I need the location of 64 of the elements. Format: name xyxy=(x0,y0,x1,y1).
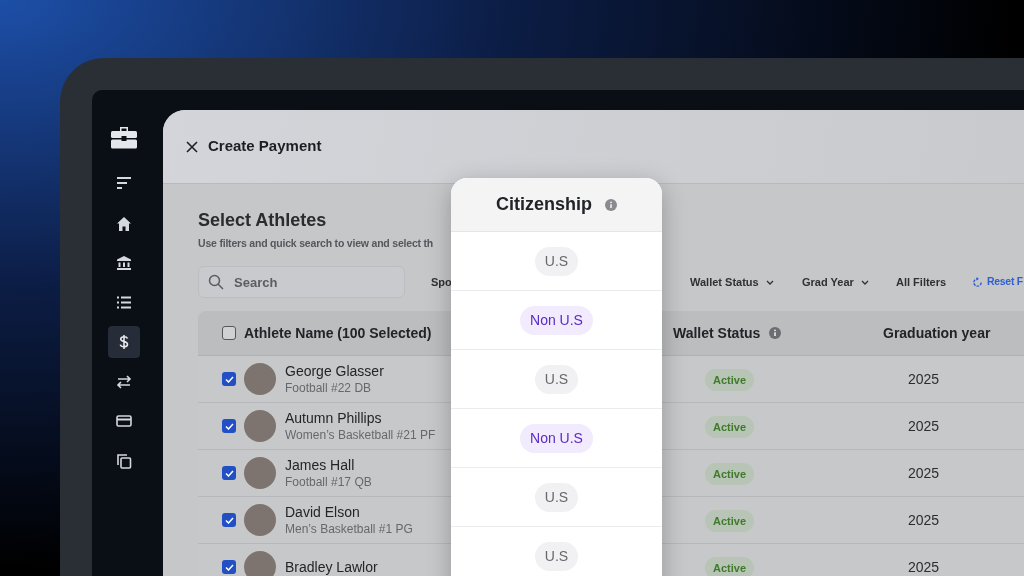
dialog-title: Create Payment xyxy=(208,136,322,157)
bank-icon xyxy=(116,255,132,271)
status-badge: Active xyxy=(705,368,755,392)
column-header: Graduation year xyxy=(883,323,991,343)
avatar xyxy=(244,363,276,395)
info-icon[interactable] xyxy=(769,327,782,339)
column-header: Athlete Name (100 Selected) xyxy=(244,323,432,343)
athlete-name: George Glasser xyxy=(285,362,384,380)
graduation-year: 2025 xyxy=(908,512,940,528)
citizenship-badge: Non U.S xyxy=(520,423,593,453)
card-icon xyxy=(116,413,132,429)
citizenship-badge: U.S xyxy=(534,541,579,571)
copy-icon xyxy=(116,452,132,469)
refresh-icon xyxy=(972,276,983,288)
close-icon[interactable] xyxy=(186,140,198,153)
citizenship-badge: Non U.S xyxy=(520,305,593,335)
briefcase-logo-icon xyxy=(111,125,137,149)
checkbox[interactable] xyxy=(222,419,236,433)
athlete-name: Bradley Lawlor xyxy=(285,558,378,576)
chevron-down-icon xyxy=(765,279,774,285)
graduation-year: 2025 xyxy=(908,465,940,481)
chevron-down-icon xyxy=(860,279,869,285)
avatar xyxy=(244,457,276,489)
graduation-year: 2025 xyxy=(908,418,940,434)
checkbox[interactable] xyxy=(222,466,236,480)
checkbox[interactable] xyxy=(222,326,236,340)
avatar xyxy=(244,504,276,536)
citizenship-badge: U.S xyxy=(534,246,579,276)
citizenship-badge: U.S xyxy=(534,482,579,512)
athlete-detail: Women’s Basketball #21 PF xyxy=(285,427,436,443)
checkbox[interactable] xyxy=(222,560,236,574)
popover-title: Citizenship xyxy=(496,193,592,216)
graduation-year: 2025 xyxy=(908,371,940,387)
citizenship-badge: U.S xyxy=(534,364,579,394)
sidebar-item[interactable] xyxy=(108,326,140,358)
swap-arrows-icon xyxy=(116,373,132,390)
status-badge: Active xyxy=(705,556,755,576)
info-icon[interactable] xyxy=(605,198,617,211)
section-subtitle: Use filters and quick search to view and select th xyxy=(198,236,434,251)
filter-dropdown[interactable]: All Filters xyxy=(896,273,947,291)
checkbox[interactable] xyxy=(222,372,236,386)
athlete-name: James Hall xyxy=(285,456,356,474)
status-badge: Active xyxy=(705,462,755,486)
athlete-detail: Football #22 DB xyxy=(285,380,373,396)
search-field[interactable]: Search xyxy=(198,266,405,298)
athlete-name: David Elson xyxy=(285,503,361,521)
checkbox[interactable] xyxy=(222,513,236,527)
filter-dropdown[interactable]: Wallet Status xyxy=(690,273,759,291)
avatar xyxy=(244,551,276,576)
athlete-name: Autumn Phillips xyxy=(285,409,383,427)
column-header: Wallet Status xyxy=(673,323,761,343)
athlete-detail: Football #17 QB xyxy=(285,474,372,490)
avatar xyxy=(244,410,276,442)
sort-icon xyxy=(116,176,132,192)
search-icon xyxy=(208,274,224,290)
filter-dropdown[interactable]: Spo xyxy=(431,273,452,291)
athlete-detail: Men’s Basketball #1 PG xyxy=(285,521,413,537)
filter-dropdown[interactable]: Grad Year xyxy=(802,273,854,291)
status-badge: Active xyxy=(705,509,755,533)
home-icon xyxy=(116,215,132,232)
list-icon xyxy=(116,294,132,311)
section-title: Select Athletes xyxy=(198,209,327,232)
graduation-year: 2025 xyxy=(908,559,940,575)
status-badge: Active xyxy=(705,415,755,439)
